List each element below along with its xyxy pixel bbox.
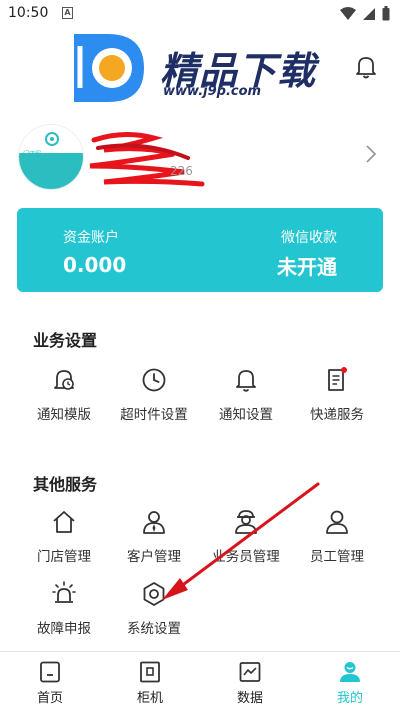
bell-icon — [356, 57, 376, 79]
timeout-settings-item[interactable]: 超时件设置 — [104, 366, 204, 426]
system-settings-item[interactable]: 系统设置 — [104, 580, 204, 640]
hex-settings-icon — [143, 582, 165, 606]
alarm-icon — [52, 581, 76, 603]
store-icon — [53, 511, 75, 533]
timeout-settings-label: 超时件设置 — [120, 407, 188, 423]
home-icon — [40, 661, 60, 683]
wechat-payment-label: 微信收款 — [281, 230, 337, 246]
tab-mine[interactable]: 我的 — [300, 652, 400, 712]
clock-icon — [142, 368, 166, 392]
profile-row[interactable]: 门店服 226 — [0, 118, 400, 198]
express-service-label: 快递服务 — [310, 407, 364, 423]
customer-management-label: 客户管理 — [127, 549, 181, 565]
watermark-url: www.j9p.com — [163, 84, 262, 99]
chevron-right-icon[interactable] — [365, 144, 377, 164]
notification-settings-item[interactable]: 通知设置 — [196, 366, 296, 426]
chart-icon — [239, 662, 261, 682]
tab-data-label: 数据 — [236, 691, 263, 706]
notification-settings-label: 通知设置 — [219, 407, 273, 423]
notice-template-item[interactable]: 通知模版 — [14, 366, 114, 426]
redaction-scribble — [89, 132, 205, 187]
wifi-icon — [340, 6, 356, 20]
courier-management-item[interactable]: 业务员管理 — [196, 508, 296, 568]
notice-template-icon — [54, 370, 74, 390]
other-services-title: 其他服务 — [33, 475, 98, 494]
header: 精品下载 www.j9p.com — [0, 28, 400, 108]
courier-management-label: 业务员管理 — [212, 549, 280, 565]
user-icon — [340, 662, 360, 682]
battery-icon — [382, 6, 390, 21]
account-card[interactable]: 资金账户 0.000 微信收款 未开通 — [17, 208, 383, 292]
tab-mine-label: 我的 — [336, 691, 363, 706]
fault-report-label: 故障申报 — [37, 621, 91, 637]
tab-locker-label: 柜机 — [136, 691, 163, 706]
customer-icon — [143, 511, 165, 534]
tab-locker[interactable]: 柜机 — [100, 652, 200, 712]
bell-icon — [236, 370, 256, 392]
express-service-item[interactable]: 快递服务 — [287, 366, 387, 426]
notification-button[interactable] — [353, 54, 379, 80]
avatar-text: 门店服 — [23, 151, 42, 158]
store-management-label: 门店管理 — [37, 549, 91, 565]
balance-value: 0.000 — [63, 253, 127, 277]
signal-icon — [363, 7, 375, 20]
fault-report-item[interactable]: 故障申报 — [14, 580, 114, 640]
profile-name-fragment: 226 — [170, 164, 193, 178]
staff-icon — [326, 510, 348, 534]
courier-icon — [235, 510, 257, 534]
tab-home[interactable]: 首页 — [0, 652, 100, 712]
notification-a-icon: A — [62, 7, 73, 19]
notice-template-label: 通知模版 — [37, 407, 91, 423]
business-settings-title: 业务设置 — [33, 331, 98, 350]
avatar-logo-icon — [45, 132, 59, 146]
status-time: 10:50 — [8, 5, 49, 21]
balance-label: 资金账户 — [63, 230, 119, 246]
staff-management-item[interactable]: 员工管理 — [287, 508, 387, 568]
locker-icon — [140, 661, 160, 683]
wechat-payment-status: 未开通 — [277, 255, 337, 279]
status-icons — [340, 6, 390, 21]
system-settings-label: 系统设置 — [127, 621, 181, 637]
document-icon — [328, 367, 347, 391]
customer-management-item[interactable]: 客户管理 — [104, 508, 204, 568]
tab-data[interactable]: 数据 — [200, 652, 300, 712]
staff-management-label: 员工管理 — [310, 549, 364, 565]
avatar[interactable]: 门店服 — [18, 124, 84, 190]
tab-bar: 首页 柜机 数据 我的 — [0, 651, 400, 712]
status-bar: 10:50 A — [0, 0, 400, 28]
store-management-item[interactable]: 门店管理 — [14, 508, 114, 568]
tab-home-label: 首页 — [36, 691, 63, 706]
logo-icon — [71, 31, 144, 102]
